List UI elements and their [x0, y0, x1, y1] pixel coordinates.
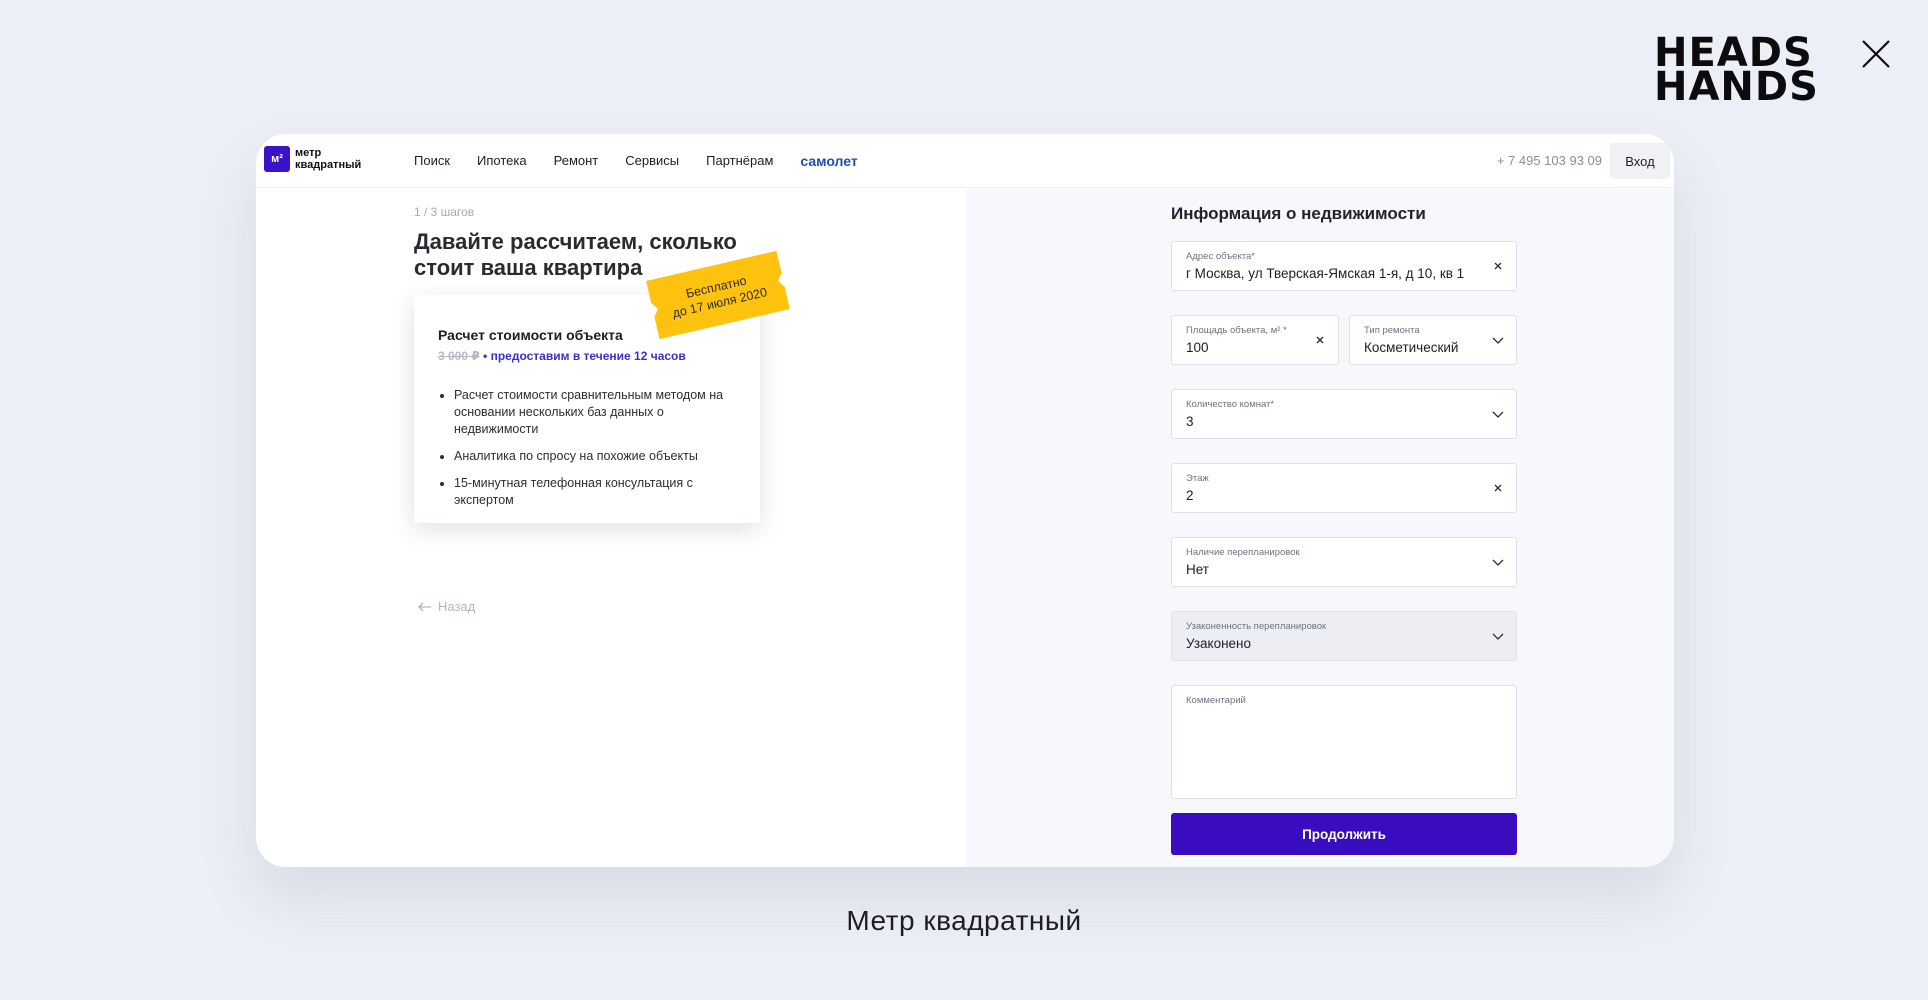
list-item: Аналитика по спросу на похожие объекты [454, 448, 738, 465]
browser-window: м² метр квадратный Поиск Ипотека Ремонт … [256, 134, 1674, 867]
chevron-down-icon [1492, 337, 1504, 344]
step-indicator: 1 / 3 шагов [414, 205, 475, 219]
replanning-value: Нет [1186, 562, 1209, 577]
comment-textarea[interactable]: Комментарий [1171, 685, 1517, 799]
logo-line2: квадратный [295, 159, 362, 171]
rooms-label: Количество комнат* [1186, 399, 1275, 410]
login-button[interactable]: Вход [1610, 143, 1670, 179]
address-value: г Москва, ул Тверская-Ямская 1-я, д 10, … [1186, 266, 1465, 281]
logo-line1: метр [295, 147, 322, 159]
card-title: Расчет стоимости объекта [438, 327, 623, 343]
list-item: Расчет стоимости сравнительным методом н… [454, 387, 738, 438]
old-price: 3 000 ₽ [438, 349, 480, 363]
back-link[interactable]: Назад [418, 599, 475, 614]
rooms-select[interactable]: Количество комнат* 3 [1171, 389, 1517, 439]
chevron-down-icon [1492, 633, 1504, 640]
service-card: Бесплатно до 17 июля 2020 Расчет стоимос… [414, 295, 760, 523]
area-field[interactable]: Площадь объекта, м² * 100 [1171, 315, 1339, 365]
area-value: 100 [1186, 340, 1209, 355]
chevron-down-icon [1492, 411, 1504, 418]
rooms-value: 3 [1186, 414, 1194, 429]
agency-logo-line2: HANDS [1654, 64, 1819, 110]
phone-number[interactable]: + 7 495 103 93 09 [1497, 153, 1602, 168]
clear-icon[interactable] [1490, 480, 1506, 496]
nav-item-partners[interactable]: Партнёрам [706, 152, 773, 170]
nav-item-services[interactable]: Сервисы [625, 152, 679, 170]
floor-value: 2 [1186, 488, 1194, 503]
list-item: 15-минутная телефонная консультация с эк… [454, 475, 738, 509]
nav-item-samolet[interactable]: самолет [800, 152, 857, 170]
project-caption: Метр квадратный [846, 905, 1082, 936]
legalization-value: Узаконено [1186, 636, 1252, 651]
nav-item-mortgage[interactable]: Ипотека [477, 152, 527, 170]
arrow-left-icon [418, 602, 431, 611]
legalization-select[interactable]: Узаконенность перепланировок Узаконено [1171, 611, 1517, 661]
agency-logo: HEADS HANDS [1654, 33, 1892, 110]
feature-list: Расчет стоимости сравнительным методом н… [438, 387, 738, 519]
repair-type-label: Тип ремонта [1364, 325, 1420, 336]
main-nav: Поиск Ипотека Ремонт Сервисы Партнёрам с… [414, 152, 885, 170]
site-logo[interactable]: м² метр квадратный [264, 146, 361, 172]
logo-mark-icon: м² [264, 146, 290, 172]
repair-type-value: Косметический [1364, 340, 1459, 355]
price-note: • предоставим в течение 12 часов [479, 349, 686, 363]
form-panel: Информация о недвижимости Адрес объекта*… [966, 189, 1674, 867]
nav-item-search[interactable]: Поиск [414, 152, 450, 170]
info-panel: 1 / 3 шагов Давайте рассчитаем, сколько … [256, 189, 966, 867]
address-label: Адрес объекта* [1186, 251, 1255, 262]
clear-icon[interactable] [1490, 258, 1506, 274]
floor-field[interactable]: Этаж 2 [1171, 463, 1517, 513]
comment-label: Комментарий [1186, 695, 1246, 706]
back-label: Назад [438, 599, 476, 614]
agency-x-icon [1862, 40, 1890, 68]
area-label: Площадь объекта, м² * [1186, 325, 1287, 336]
nav-item-repair[interactable]: Ремонт [554, 152, 599, 170]
replanning-label: Наличие перепланировок [1186, 547, 1300, 558]
legalization-label: Узаконенность перепланировок [1186, 621, 1327, 632]
form-title: Информация о недвижимости [1171, 204, 1426, 223]
continue-button[interactable]: Продолжить [1171, 813, 1517, 855]
logo-text: метр квадратный [295, 147, 361, 171]
card-price: 3 000 ₽ • предоставим в течение 12 часов [438, 349, 686, 363]
chevron-down-icon [1492, 559, 1504, 566]
address-field[interactable]: Адрес объекта* г Москва, ул Тверская-Ямс… [1171, 241, 1517, 291]
site-header: м² метр квадратный Поиск Ипотека Ремонт … [256, 134, 1674, 188]
clear-icon[interactable] [1312, 332, 1328, 348]
repair-type-select[interactable]: Тип ремонта Косметический [1349, 315, 1517, 365]
floor-label: Этаж [1186, 473, 1209, 484]
replanning-select[interactable]: Наличие перепланировок Нет [1171, 537, 1517, 587]
